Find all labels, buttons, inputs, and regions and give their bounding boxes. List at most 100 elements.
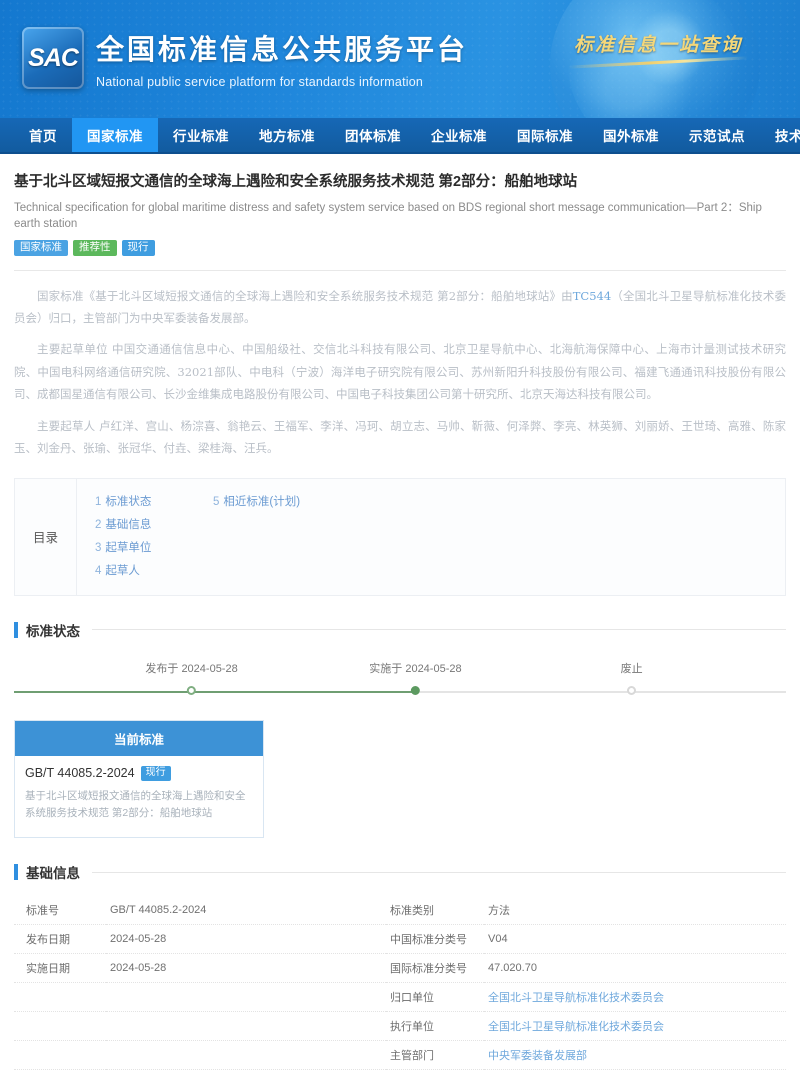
nav-item-0[interactable]: 首页 — [14, 118, 72, 152]
banner-slogan-text: 标准信息一站查询 — [568, 30, 748, 57]
info-key-left: 发布日期 — [14, 925, 106, 954]
nav-item-2[interactable]: 行业标准 — [158, 118, 244, 152]
toc-link-1[interactable]: 1 标准状态 — [95, 491, 213, 514]
toc-link-number: 4 — [95, 565, 101, 577]
info-value-left — [106, 1012, 386, 1041]
info-value-left: 2024-05-28 — [106, 954, 386, 983]
table-row: 执行单位全国北斗卫星导航标准化技术委员会 — [14, 1012, 786, 1041]
site-title-en: National public service platform for sta… — [96, 75, 468, 89]
timeline-node-2: 废止 — [621, 660, 643, 695]
toc-link-label: 基础信息 — [105, 519, 151, 531]
timeline-node-dot — [411, 686, 420, 695]
timeline-node-label: 发布于 2024-05-28 — [145, 660, 237, 676]
nav-item-3[interactable]: 地方标准 — [244, 118, 330, 152]
section-accent-bar — [14, 864, 18, 880]
info-key-left — [14, 1041, 106, 1070]
info-value-link[interactable]: 全国北斗卫星导航标准化技术委员会 — [488, 1021, 664, 1033]
timeline-node-0: 发布于 2024-05-28 — [145, 660, 237, 695]
current-standard-code[interactable]: GB/T 44085.2-2024 — [25, 766, 135, 780]
status-badge: 推荐性 — [73, 240, 117, 256]
toc-link-5[interactable]: 5 相近标准(计划) — [213, 491, 300, 514]
table-of-contents: 目录 1标准状态2基础信息3起草单位4起草人 5相近标准(计划) — [14, 478, 786, 596]
toc-link-number: 1 — [95, 496, 101, 508]
toc-link-2[interactable]: 2 基础信息 — [95, 514, 213, 537]
drafting-units-paragraph: 主要起草单位 中国交通通信信息中心、中国船级社、交信北斗科技有限公司、北京卫星导… — [14, 338, 786, 405]
info-value-right[interactable]: 全国北斗卫星导航标准化技术委员会 — [484, 1012, 786, 1041]
table-row: 归口单位全国北斗卫星导航标准化技术委员会 — [14, 983, 786, 1012]
info-value-left — [106, 983, 386, 1012]
intro-text-pre: 国家标准《基于北斗区域短报文通信的全球海上遇险和安全系统服务技术规范 第2部分：… — [37, 289, 573, 303]
standard-title-block: 基于北斗区域短报文通信的全球海上遇险和安全系统服务技术规范 第2部分：船舶地球站… — [14, 154, 786, 256]
status-badge: 现行 — [122, 240, 155, 256]
section-header-basic-info: 基础信息 — [14, 862, 786, 882]
info-value-left: 2024-05-28 — [106, 925, 386, 954]
toc-link-label: 标准状态 — [105, 496, 151, 508]
drafters-paragraph: 主要起草人 卢红洋、宫山、杨淙喜、翁艳云、王福军、李洋、冯珂、胡立志、马帅、靳薇… — [14, 415, 786, 460]
page-title: 基于北斗区域短报文通信的全球海上遇险和安全系统服务技术规范 第2部分：船舶地球站 — [14, 172, 786, 194]
sac-logo-text: SAC — [28, 44, 78, 73]
timeline-node-1: 实施于 2024-05-28 — [369, 660, 461, 695]
main-navigation: 首页国家标准行业标准地方标准团体标准企业标准国际标准国外标准示范试点技术委员会 — [0, 118, 800, 154]
nav-item-5[interactable]: 企业标准 — [416, 118, 502, 152]
info-value-right: 方法 — [484, 896, 786, 925]
info-key-right: 执行单位 — [386, 1012, 484, 1041]
info-value-right: 47.020.70 — [484, 954, 786, 983]
toc-link-number: 3 — [95, 542, 101, 554]
info-value-right[interactable]: 中央军委装备发展部 — [484, 1041, 786, 1070]
info-key-left — [14, 1012, 106, 1041]
info-key-right: 中国标准分类号 — [386, 925, 484, 954]
info-key-right: 归口单位 — [386, 983, 484, 1012]
site-title-cn: 全国标准信息公共服务平台 — [96, 28, 468, 68]
status-timeline: 发布于 2024-05-28 实施于 2024-05-28 废止 — [14, 660, 786, 702]
page-title-english: Technical specification for global marit… — [14, 200, 786, 233]
nav-item-1[interactable]: 国家标准 — [72, 118, 158, 152]
toc-link-4[interactable]: 4 起草人 — [95, 560, 213, 583]
info-key-right: 国际标准分类号 — [386, 954, 484, 983]
table-row: 标准号GB/T 44085.2-2024标准类别方法 — [14, 896, 786, 925]
status-badge-group: 国家标准推荐性现行 — [14, 240, 786, 256]
table-row: 实施日期2024-05-28国际标准分类号47.020.70 — [14, 954, 786, 983]
section-title-status: 标准状态 — [26, 620, 80, 640]
site-banner: SAC 全国标准信息公共服务平台 National public service… — [0, 0, 800, 118]
info-key-left — [14, 983, 106, 1012]
info-key-left: 标准号 — [14, 896, 106, 925]
toc-link-number: 5 — [213, 496, 219, 508]
timeline-node-dot — [187, 686, 196, 695]
info-key-right: 主管部门 — [386, 1041, 484, 1070]
nav-item-4[interactable]: 团体标准 — [330, 118, 416, 152]
toc-link-3[interactable]: 3 起草单位 — [95, 537, 213, 560]
current-standard-status-badge: 现行 — [141, 766, 171, 781]
timeline-node-dot — [627, 686, 636, 695]
nav-item-6[interactable]: 国际标准 — [502, 118, 588, 152]
current-standard-card[interactable]: 当前标准 GB/T 44085.2-2024 现行 基于北斗区域短报文通信的全球… — [14, 720, 264, 839]
toc-column-2: 5 相近标准(计划) — [213, 491, 300, 583]
sac-logo[interactable]: SAC — [22, 27, 84, 89]
toc-column-1: 1 标准状态 2 基础信息 3 起草单位 4 起草人 — [95, 491, 213, 583]
timeline-node-label: 废止 — [621, 660, 643, 676]
nav-item-9[interactable]: 技术委员会 — [760, 118, 800, 152]
toc-link-label: 相近标准(计划) — [223, 496, 300, 508]
info-value-link[interactable]: 全国北斗卫星导航标准化技术委员会 — [488, 992, 664, 1004]
nav-item-8[interactable]: 示范试点 — [674, 118, 760, 152]
info-key-right: 标准类别 — [386, 896, 484, 925]
info-value-right[interactable]: 全国北斗卫星导航标准化技术委员会 — [484, 983, 786, 1012]
site-brand: 全国标准信息公共服务平台 National public service pla… — [96, 28, 468, 89]
section-accent-bar — [14, 622, 18, 638]
section-title-basic-info: 基础信息 — [26, 862, 80, 882]
basic-info-table: 标准号GB/T 44085.2-2024标准类别方法发布日期2024-05-28… — [14, 896, 786, 1070]
table-row: 发布日期2024-05-28中国标准分类号V04 — [14, 925, 786, 954]
current-standard-card-header: 当前标准 — [15, 721, 263, 756]
current-standard-description: 基于北斗区域短报文通信的全球海上遇险和安全系统服务技术规范 第2部分：船舶地球站 — [25, 788, 253, 824]
nav-item-7[interactable]: 国外标准 — [588, 118, 674, 152]
toc-link-label: 起草单位 — [105, 542, 151, 554]
section-rule — [92, 629, 786, 630]
title-divider — [14, 270, 786, 271]
toc-link-label: 起草人 — [105, 565, 140, 577]
tc-link[interactable]: TC544 — [573, 289, 611, 303]
section-header-status: 标准状态 — [14, 620, 786, 640]
info-value-left: GB/T 44085.2-2024 — [106, 896, 386, 925]
info-value-link[interactable]: 中央军委装备发展部 — [488, 1050, 587, 1062]
toc-link-number: 2 — [95, 519, 101, 531]
intro-paragraph: 国家标准《基于北斗区域短报文通信的全球海上遇险和安全系统服务技术规范 第2部分：… — [14, 285, 786, 330]
banner-slogan: 标准信息一站查询 — [568, 30, 748, 64]
